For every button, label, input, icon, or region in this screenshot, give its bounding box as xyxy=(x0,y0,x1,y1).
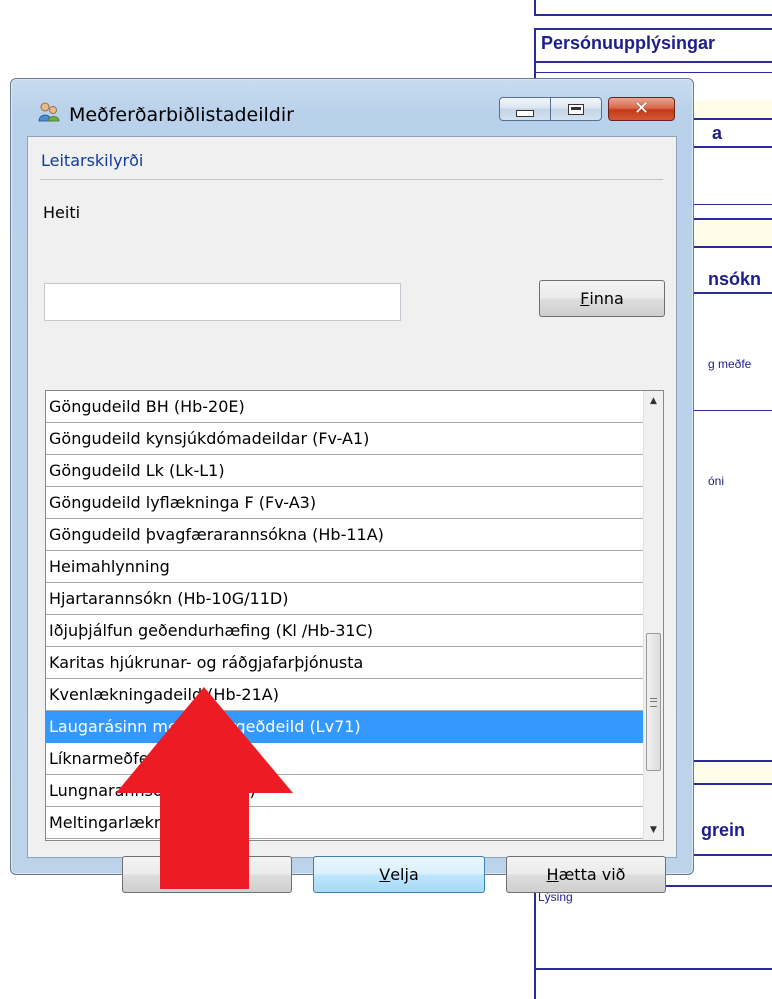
scroll-down-icon[interactable]: ▼ xyxy=(644,820,663,840)
form-border xyxy=(534,61,772,63)
list-item[interactable]: Göngudeild Lk (Lk-L1) xyxy=(46,455,644,487)
form-border xyxy=(694,292,772,294)
select-button-accel: V xyxy=(379,865,391,884)
list-item[interactable]: Hjartarannsókn (Hb-10G/11D) xyxy=(46,583,644,615)
minimize-button[interactable] xyxy=(499,97,551,121)
form-band xyxy=(694,762,772,784)
select-button-label: elja xyxy=(390,865,419,884)
form-border xyxy=(534,72,772,73)
form-border xyxy=(534,14,772,16)
form-border xyxy=(534,968,772,970)
cancel-button-label: ætta við xyxy=(558,865,626,884)
form-border xyxy=(694,410,772,411)
name-field-label: Heiti xyxy=(43,203,81,222)
form-border xyxy=(694,118,772,120)
form-fragment: grein xyxy=(701,820,746,840)
title-bar[interactable]: Meðferðarbiðlistadeildir ✕ xyxy=(11,79,693,126)
list-item[interactable]: Iðjuþjálfun geðendurhæfing (Kl /Hb-31C) xyxy=(46,615,644,647)
form-border xyxy=(534,28,772,30)
close-button[interactable]: ✕ xyxy=(608,97,675,121)
find-button[interactable]: Finna xyxy=(539,280,665,317)
dialog-window: Meðferðarbiðlistadeildir ✕ Leitarskilyrð… xyxy=(10,78,694,893)
arrow-up-icon xyxy=(116,687,293,889)
form-fragment: óni xyxy=(708,474,725,488)
list-item[interactable]: Karitas hjúkrunar- og ráðgjafarþjónusta xyxy=(46,647,644,679)
scroll-thumb[interactable] xyxy=(646,633,661,771)
list-item[interactable]: Göngudeild kynsjúkdómadeildar (Fv-A1) xyxy=(46,423,644,455)
section-title: Persónuupplýsingar xyxy=(541,33,716,53)
maximize-icon xyxy=(568,103,584,115)
red-arrow-annotation xyxy=(116,687,293,889)
form-band xyxy=(694,220,772,246)
list-item[interactable]: Göngudeild þvagfærarannsókna (Hb-11A) xyxy=(46,519,644,551)
cancel-button[interactable]: Hætta við xyxy=(506,856,666,893)
list-item[interactable]: Göngudeild lyflækninga F (Fv-A3) xyxy=(46,487,644,519)
form-fragment: g meðfe xyxy=(708,357,752,371)
form-border xyxy=(694,246,772,248)
form-fragment: a xyxy=(712,123,723,143)
separator xyxy=(40,179,663,180)
grip-icon xyxy=(650,697,657,707)
list-item[interactable]: Göngudeild BH (Hb-20E) xyxy=(46,391,644,423)
window-title: Meðferðarbiðlistadeildir xyxy=(69,104,294,126)
form-border xyxy=(534,0,536,14)
form-border xyxy=(694,204,772,205)
scroll-up-icon[interactable]: ▲ xyxy=(644,391,663,411)
form-border xyxy=(694,146,772,148)
form-fragment: nsókn xyxy=(708,269,762,289)
name-search-input[interactable] xyxy=(44,283,401,321)
users-icon xyxy=(38,102,60,122)
close-icon: ✕ xyxy=(633,98,650,119)
select-button[interactable]: Velja xyxy=(313,856,485,893)
cancel-button-accel: H xyxy=(546,865,559,884)
search-criteria-label: Leitarskilyrði xyxy=(41,151,144,170)
find-button-label: inna xyxy=(589,289,624,308)
form-border xyxy=(694,783,772,785)
find-button-accel: F xyxy=(580,289,590,308)
form-band xyxy=(694,100,772,120)
list-item[interactable]: Heimahlynning xyxy=(46,551,644,583)
vertical-scrollbar[interactable]: ▲ ▼ xyxy=(643,391,663,840)
maximize-button[interactable] xyxy=(550,97,602,121)
minimize-icon xyxy=(516,109,534,117)
